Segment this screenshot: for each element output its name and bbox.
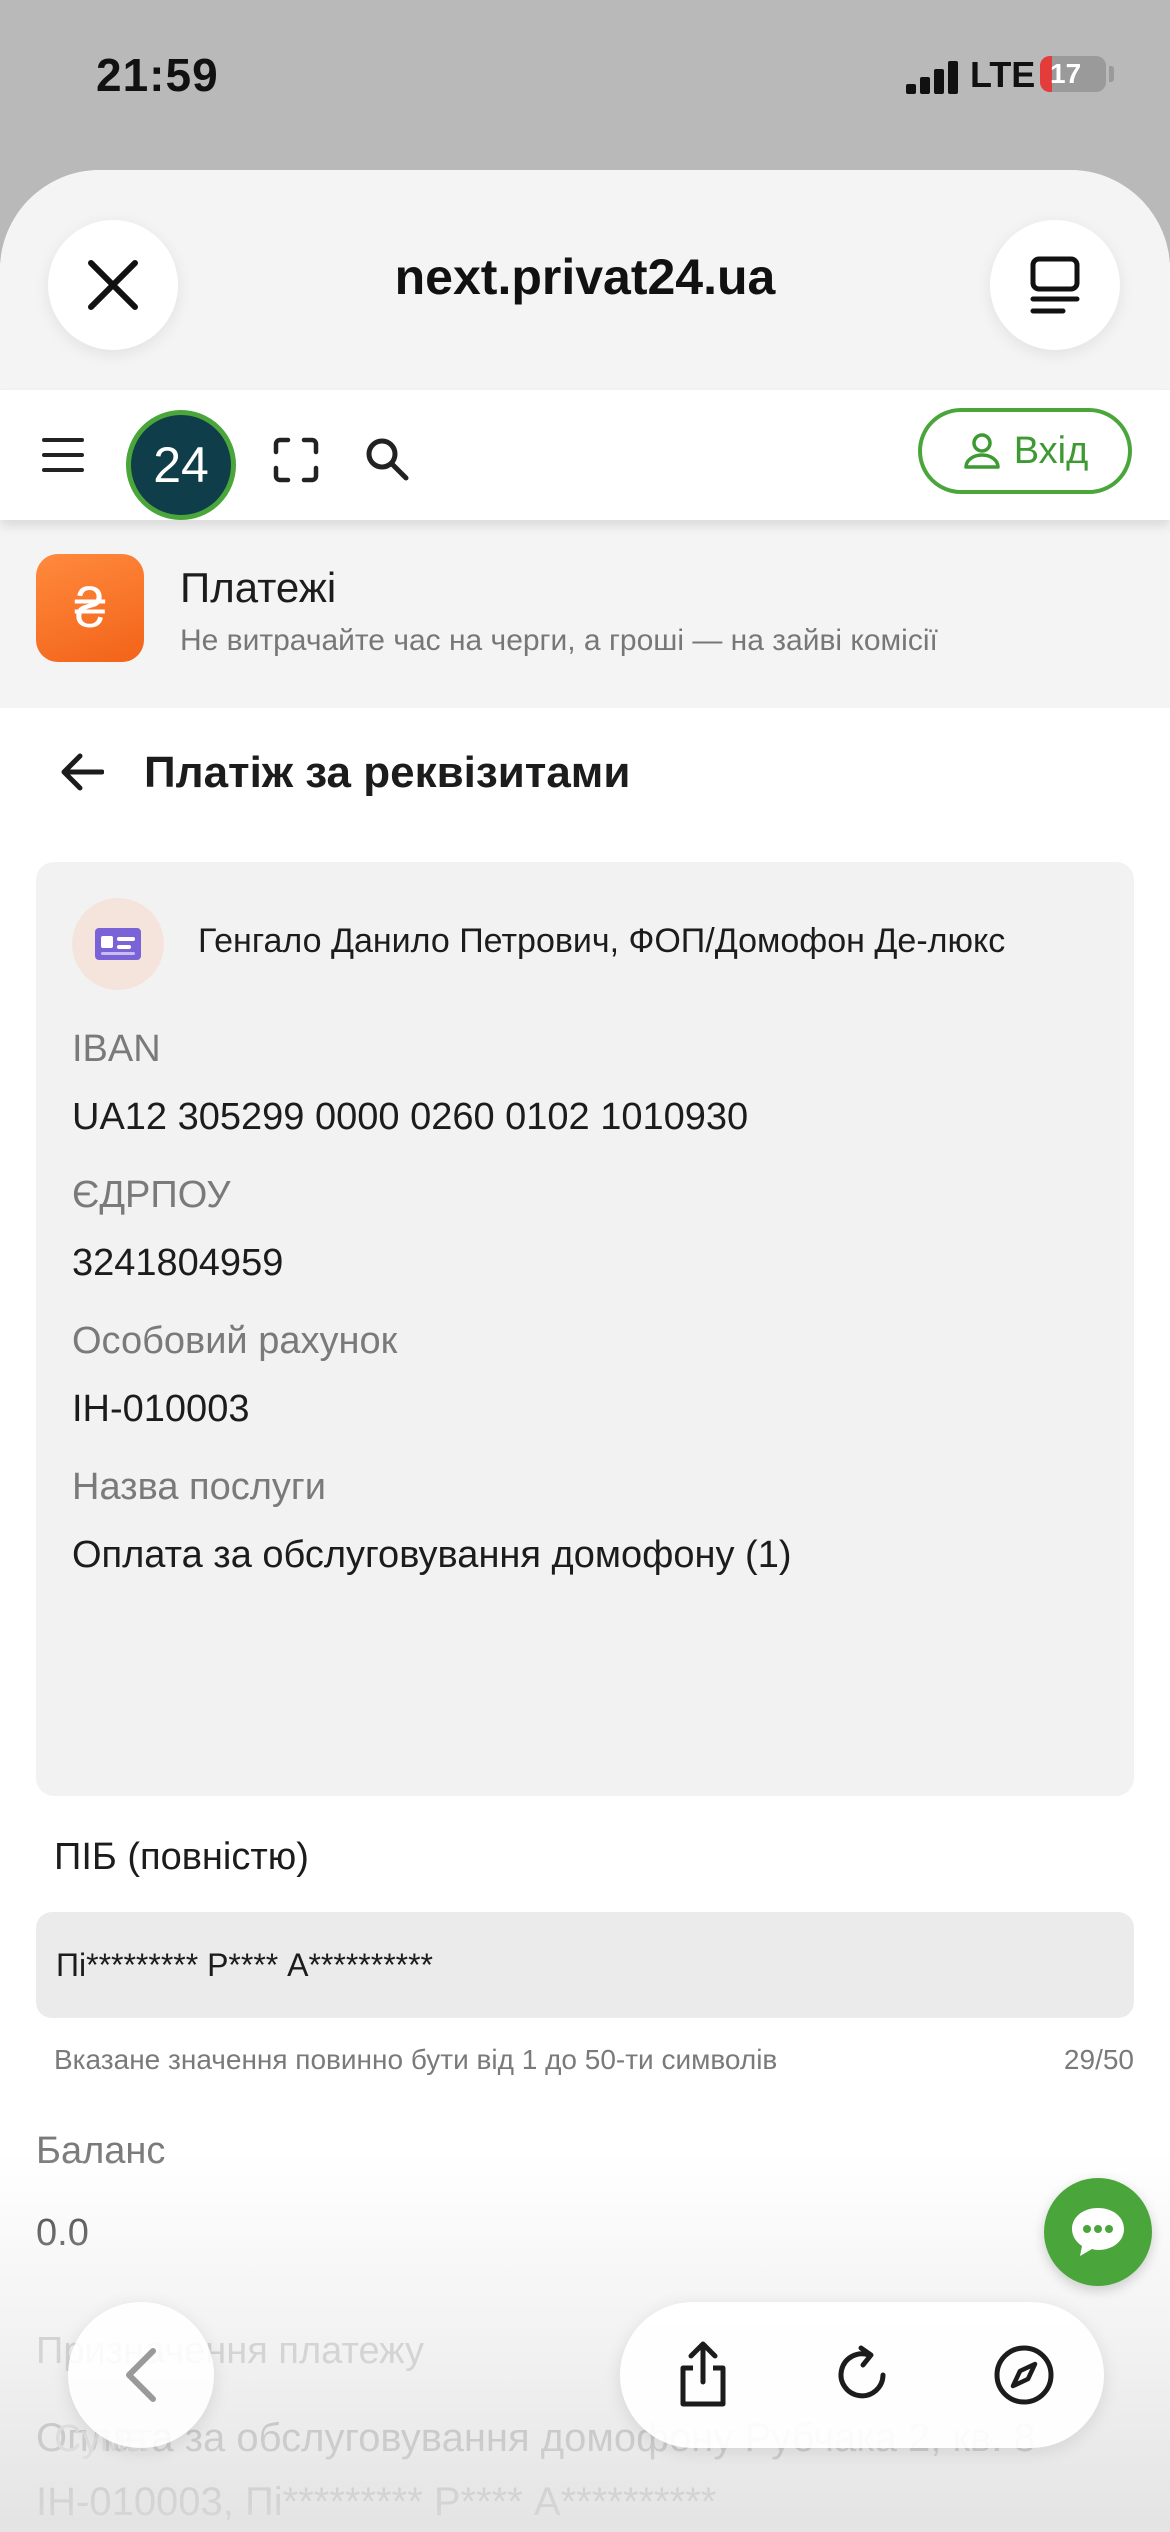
iban-label: IBAN [72, 1028, 161, 1070]
compass-icon [994, 2345, 1054, 2405]
back-arrow-icon[interactable] [58, 752, 104, 792]
share-icon [680, 2341, 726, 2407]
page-header: Платіж за реквізитами [0, 708, 1170, 838]
balance-label: Баланс [36, 2130, 166, 2172]
browser-toolbar [620, 2302, 1104, 2448]
network-type: LTE [970, 54, 1036, 95]
battery-icon: 17 [1040, 56, 1106, 92]
hryvnia-icon: ₴ [36, 554, 144, 662]
service-label: Назва послуги [72, 1466, 326, 1508]
id-card-icon [95, 928, 141, 960]
status-time: 21:59 [96, 49, 219, 101]
pib-char-count: 29/50 [1063, 2044, 1134, 2075]
payments-banner[interactable]: ₴ Платежі Не витрачайте час на черги, а … [0, 520, 1170, 708]
recipient-details-card: Генгало Данило Петрович, ФОП/Домофон Де-… [36, 862, 1134, 1796]
recipient-name: Генгало Данило Петрович, ФОП/Домофон Де-… [198, 922, 1006, 960]
compass-button[interactable] [989, 2340, 1059, 2410]
browser-back-button[interactable] [68, 2302, 214, 2448]
chat-icon [1072, 2208, 1124, 2256]
edrpou-label: ЄДРПОУ [72, 1174, 231, 1216]
payments-subtitle: Не витрачайте час на черги, а гроші — на… [180, 624, 938, 657]
account-label: Особовий рахунок [72, 1320, 398, 1362]
payments-title: Платежі [180, 564, 337, 611]
recipient-icon [72, 898, 164, 990]
chat-button[interactable] [1044, 2178, 1152, 2286]
page-title: Платіж за реквізитами [144, 748, 631, 797]
edrpou-value: 3241804959 [72, 1242, 284, 1284]
signal-icon [906, 60, 958, 94]
status-bar: 21:59 LTE 17 [0, 0, 1170, 150]
battery-percent: 17 [1050, 58, 1082, 89]
pib-label: ПІБ (повністю) [54, 1836, 309, 1878]
chevron-left-icon [126, 2348, 156, 2402]
purpose-line-2: ІН-010003, Пі********* Р**** А********** [36, 2480, 717, 2524]
share-button[interactable] [668, 2340, 738, 2410]
battery-cap [1109, 66, 1114, 82]
browser-header: next.privat24.ua [0, 170, 1170, 390]
browser-sheet: next.privat24.ua 24 Вхід ₴ Платежі Не ви… [0, 170, 1170, 2532]
pib-input[interactable]: Пі********* Р**** А********** [36, 1912, 1134, 2018]
reader-icon [1030, 256, 1080, 314]
menu-icon[interactable] [42, 438, 84, 472]
search-icon[interactable] [364, 436, 410, 482]
reload-button[interactable] [827, 2340, 897, 2410]
login-label: Вхід [1013, 429, 1089, 472]
pib-hint: Вказане значення повинно бути від 1 до 5… [54, 2044, 778, 2075]
login-button[interactable]: Вхід [918, 408, 1132, 494]
privat24-logo[interactable]: 24 [126, 410, 236, 520]
reload-icon [838, 2345, 886, 2399]
reader-button[interactable] [990, 220, 1120, 350]
balance-value: 0.0 [36, 2212, 89, 2254]
scan-icon[interactable] [272, 436, 320, 484]
site-header: 24 Вхід [0, 390, 1170, 520]
user-icon [963, 433, 1000, 469]
service-value: Оплата за обслуговування домофону (1) [72, 1534, 792, 1576]
iban-value: UA12 305299 0000 0260 0102 1010930 [72, 1096, 749, 1138]
account-value: ІН-010003 [72, 1388, 250, 1430]
